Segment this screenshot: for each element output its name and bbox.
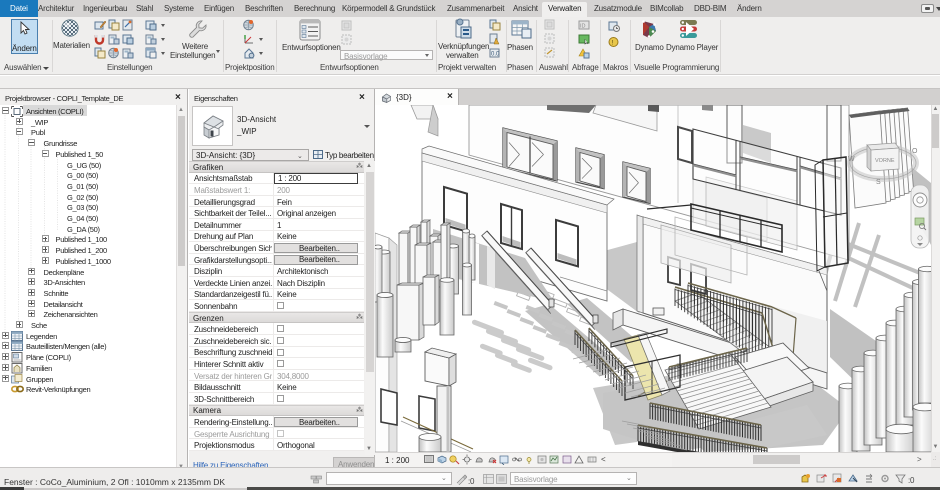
svg-text:O: O [912, 148, 918, 155]
svg-text:ID: ID [580, 24, 586, 30]
svg-text:VORNE: VORNE [875, 158, 895, 164]
svg-text:0.0: 0.0 [491, 52, 500, 58]
svg-text:S: S [876, 179, 881, 186]
svg-text:!: ! [612, 40, 614, 47]
svg-text:W: W [848, 156, 855, 163]
